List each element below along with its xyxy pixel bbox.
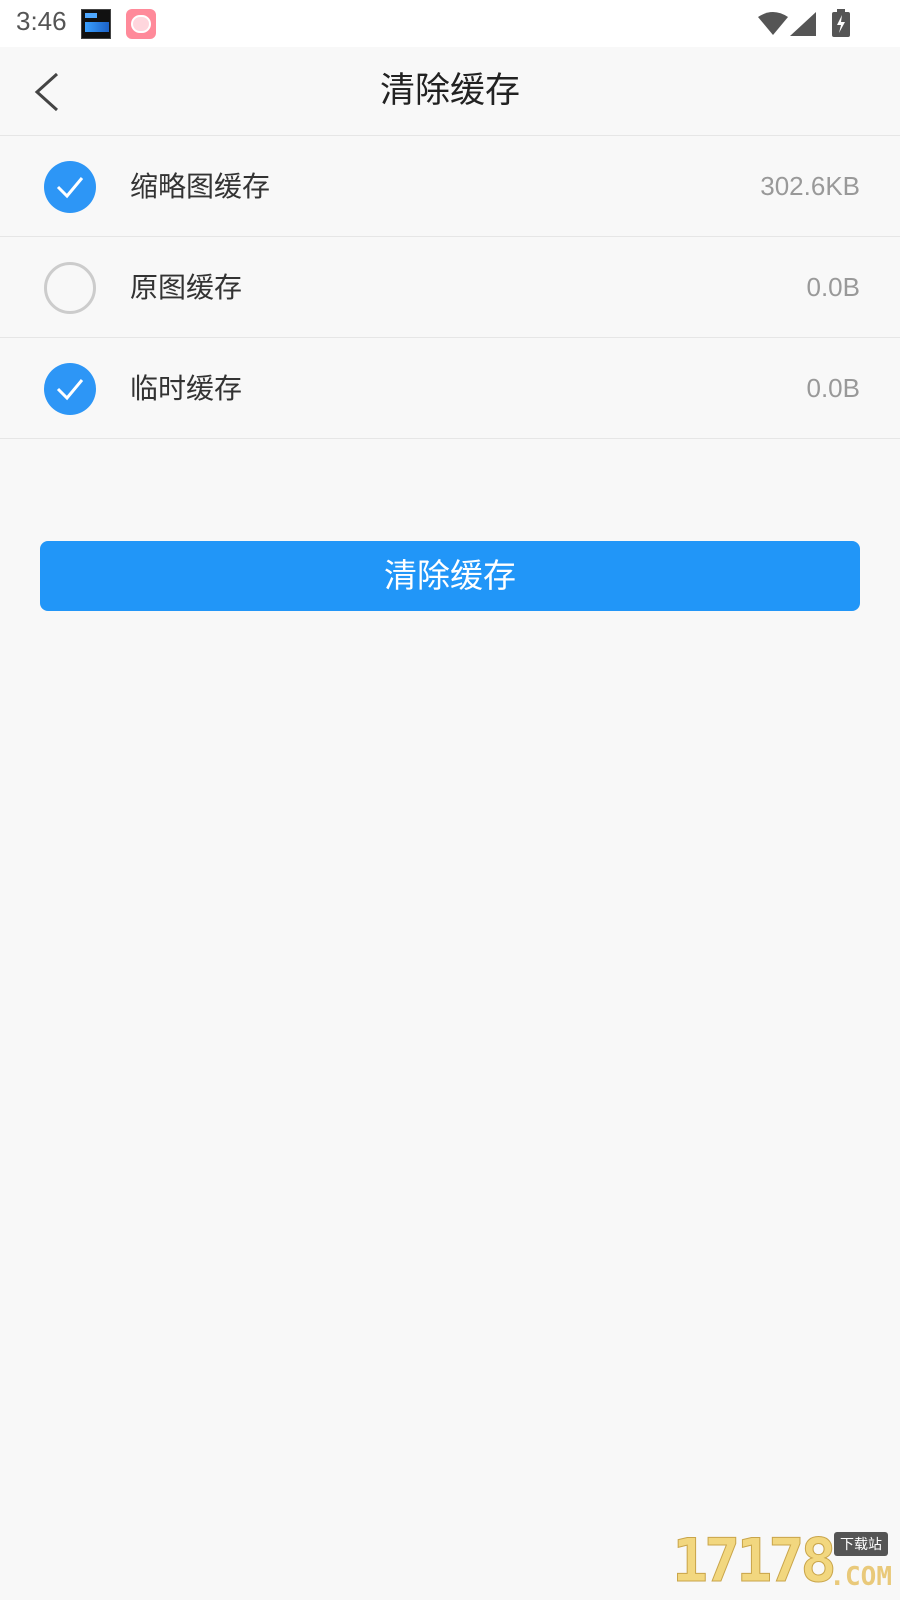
watermark-site: 下载站 bbox=[834, 1532, 888, 1556]
checkbox-temporary[interactable] bbox=[44, 363, 96, 415]
clock-widget-app-icon bbox=[81, 9, 111, 39]
cache-row-temporary[interactable]: 临时缓存 0.0B bbox=[0, 338, 900, 439]
clear-cache-button[interactable]: 清除缓存 bbox=[40, 541, 860, 611]
status-time: 3:46 bbox=[16, 6, 67, 36]
system-icons bbox=[750, 0, 900, 47]
battery-charging-icon bbox=[832, 9, 850, 37]
status-bar: 3:46 bbox=[0, 0, 900, 47]
watermark-logo: 17178 下载站 .COM bbox=[672, 1526, 892, 1597]
watermark-suffix: .COM bbox=[829, 1562, 892, 1592]
rice-bowl-app-icon bbox=[126, 9, 156, 39]
page-title: 清除缓存 bbox=[379, 71, 520, 111]
cache-label: 原图缓存 bbox=[130, 271, 243, 304]
cache-row-original[interactable]: 原图缓存 0.0B bbox=[0, 237, 900, 338]
watermark-digits: 17178 bbox=[672, 1526, 838, 1597]
cache-size: 302.6KB bbox=[760, 171, 860, 201]
checkmark-icon bbox=[56, 177, 84, 199]
cache-size: 0.0B bbox=[806, 373, 861, 403]
cache-row-thumbnail[interactable]: 缩略图缓存 302.6KB bbox=[0, 136, 900, 237]
checkbox-thumbnail[interactable] bbox=[44, 161, 96, 213]
wifi-icon bbox=[758, 12, 788, 35]
chevron-left-icon bbox=[34, 72, 59, 112]
cache-label: 缩略图缓存 bbox=[130, 170, 271, 203]
cache-size: 0.0B bbox=[806, 272, 861, 302]
signal-icon bbox=[790, 12, 816, 36]
checkmark-icon bbox=[56, 379, 84, 401]
back-button[interactable] bbox=[22, 67, 72, 117]
cache-label: 临时缓存 bbox=[130, 372, 243, 405]
checkbox-original[interactable] bbox=[44, 262, 96, 314]
app-header: 清除缓存 bbox=[0, 47, 900, 136]
cache-list: 缩略图缓存 302.6KB 原图缓存 0.0B 临时缓存 0.0B bbox=[0, 136, 900, 439]
